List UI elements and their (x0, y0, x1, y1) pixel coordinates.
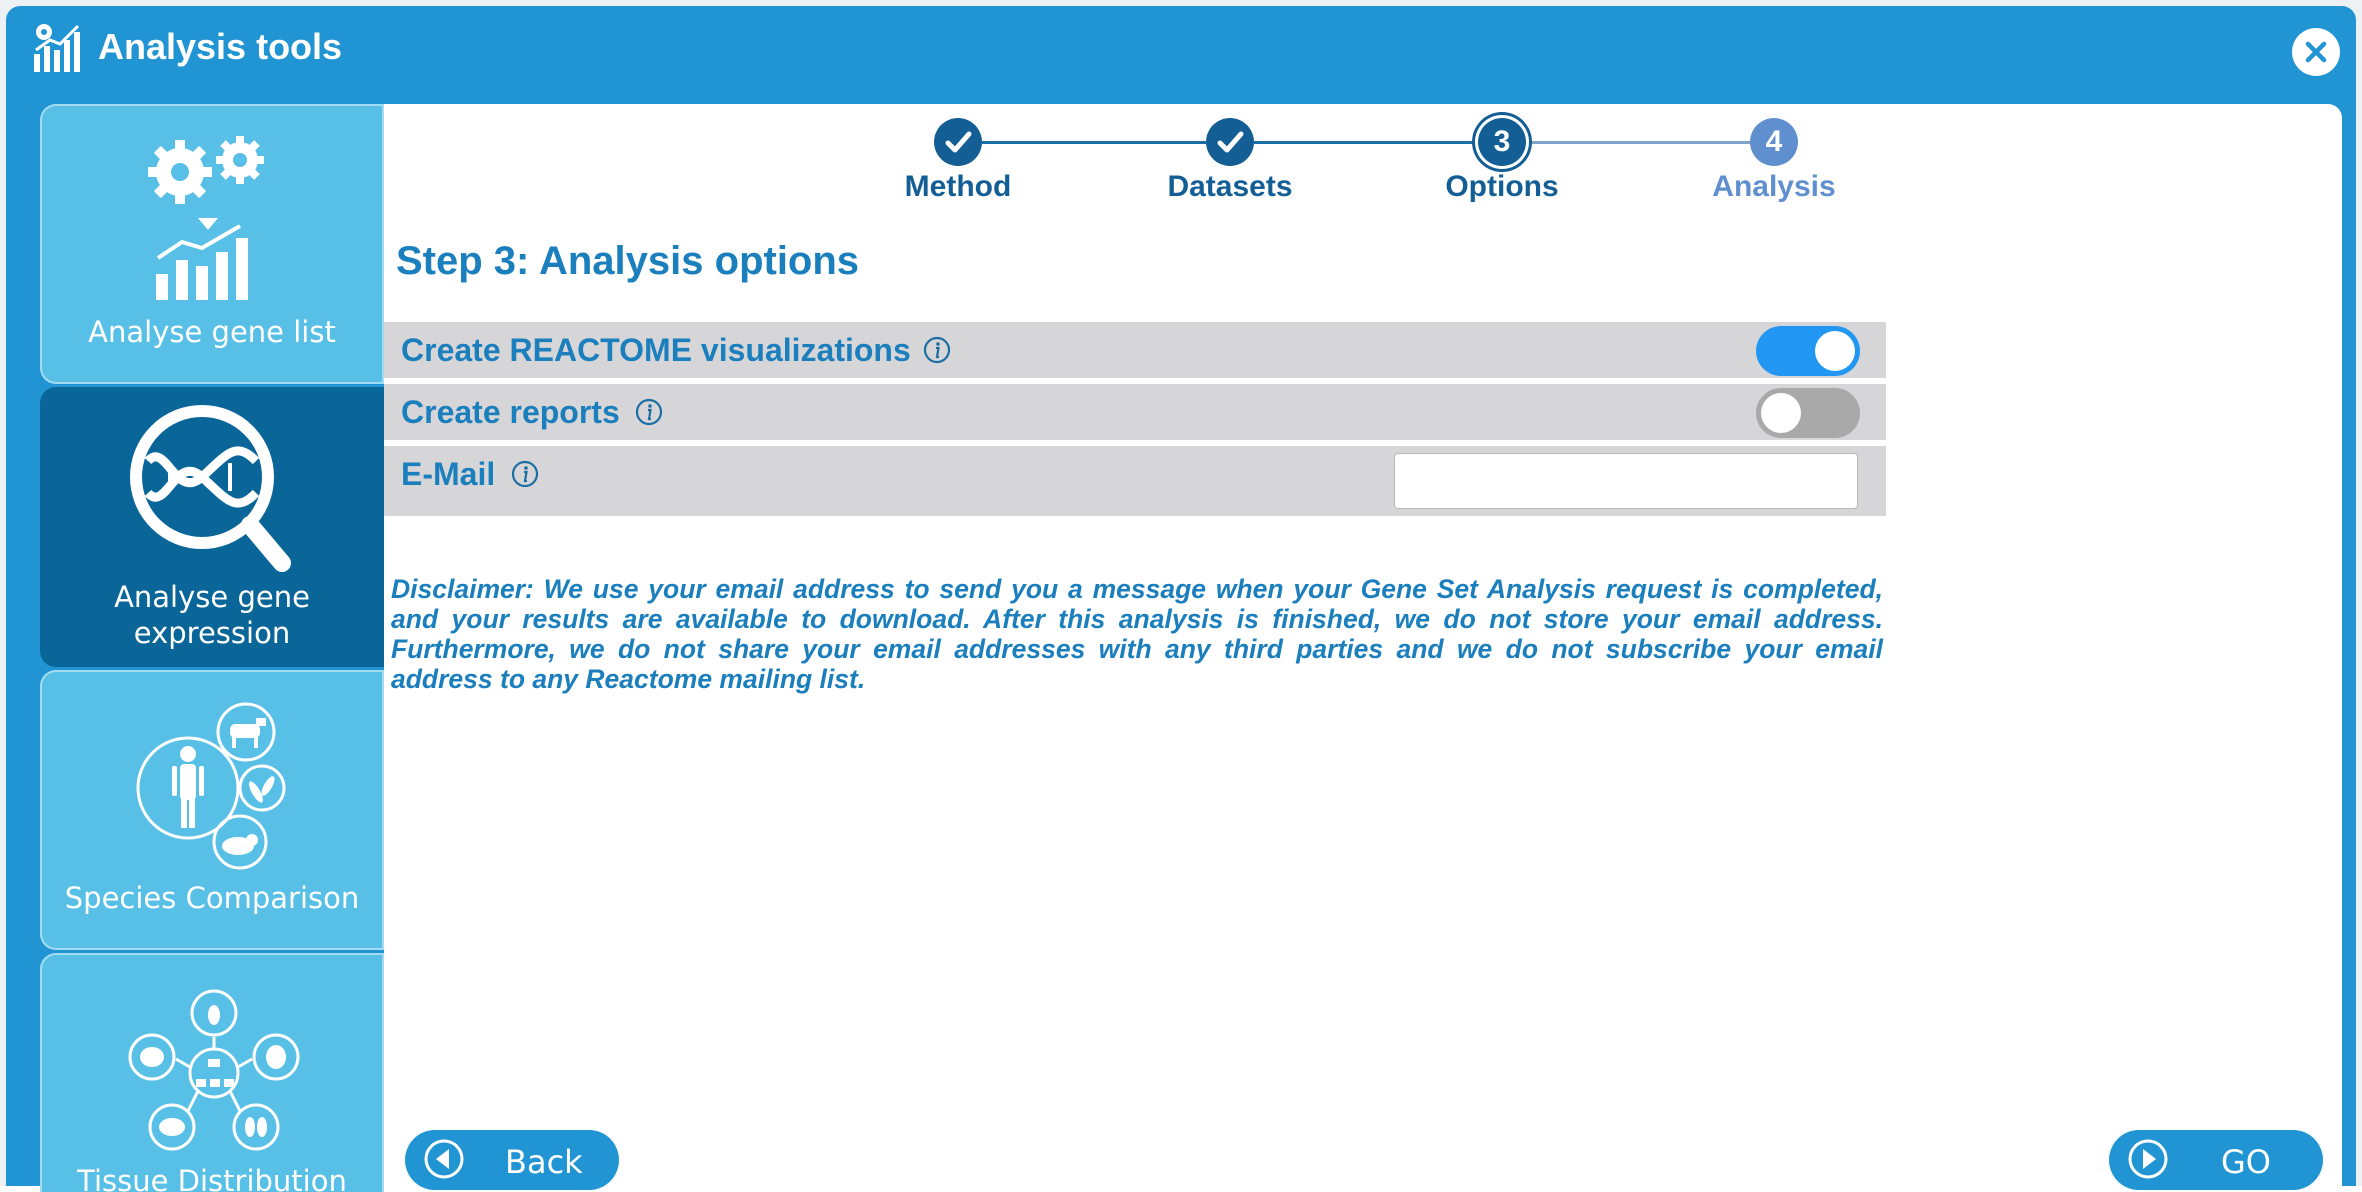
close-icon (2305, 41, 2327, 63)
email-label: E-Mail (401, 456, 496, 492)
step-connector (1526, 141, 1750, 144)
disclaimer-text: Disclaimer: We use your email address to… (391, 574, 1883, 694)
back-button-label: Back (505, 1143, 583, 1181)
close-button[interactable] (2292, 28, 2340, 76)
create-reports-toggle[interactable] (1756, 388, 1860, 438)
tissue-network-icon (128, 989, 300, 1151)
main-panel: 3 4 Method Datasets Options Analysis Ste… (384, 104, 2342, 1192)
email-field[interactable] (1394, 453, 1858, 509)
step-connector (982, 141, 1206, 144)
info-icon[interactable] (635, 398, 663, 426)
back-button[interactable]: Back (405, 1130, 619, 1190)
toggle-knob (1815, 331, 1855, 371)
analysis-tools-dialog: Analysis tools Analyse gene list Analyse… (6, 6, 2356, 1192)
sidebar-item-analyse-gene-expression[interactable]: Analyse gene expression (40, 387, 384, 667)
step-label-method: Method (904, 170, 1012, 203)
check-icon (1217, 131, 1244, 153)
step-label-options: Options (1445, 170, 1559, 203)
step-connector (1254, 141, 1478, 144)
sidebar-item-species-comparison[interactable]: Species Comparison (40, 670, 384, 950)
create-reports-label: Create reports (401, 394, 620, 430)
step-3-current-circle: 3 (1478, 118, 1526, 166)
sidebar-item-label: Analyse gene list (88, 315, 336, 349)
chart-logo-icon (34, 24, 80, 72)
sidebar-item-label-line1: Analyse gene (114, 580, 310, 614)
sidebar-item-analyse-gene-list[interactable]: Analyse gene list (40, 104, 384, 384)
species-icon (136, 702, 286, 870)
step-2-done-circle (1206, 118, 1254, 166)
option-row-email: E-Mail (384, 446, 1886, 516)
title-bar: Analysis tools (6, 6, 2356, 96)
sidebar-item-tissue-distribution[interactable]: Tissue Distribution (40, 953, 384, 1192)
step-4-upcoming-circle: 4 (1750, 118, 1798, 166)
sidebar-item-label-line2: expression (133, 616, 291, 650)
go-button[interactable]: GO (2109, 1130, 2323, 1190)
step-label-analysis: Analysis (1712, 170, 1836, 203)
check-icon (945, 131, 972, 153)
page-title: Step 3: Analysis options (396, 239, 860, 283)
go-button-label: GO (2221, 1143, 2271, 1181)
sidebar: Analyse gene list Analyse gene expressio… (34, 104, 384, 1192)
step-1-done-circle (934, 118, 982, 166)
back-arrow-icon (424, 1139, 464, 1179)
option-row-reports: Create reports (384, 384, 1886, 440)
reactome-visualizations-toggle[interactable] (1756, 326, 1860, 376)
step-label-datasets: Datasets (1167, 170, 1293, 203)
window-title: Analysis tools (98, 26, 343, 67)
play-arrow-icon (2128, 1139, 2168, 1179)
info-icon[interactable] (511, 460, 539, 488)
dna-magnifier-icon (130, 405, 291, 572)
option-row-reactome: Create REACTOME visualizations (384, 322, 1886, 378)
toggle-knob (1761, 393, 1801, 433)
gears-chart-icon (148, 136, 264, 300)
stepper: 3 4 Method Datasets Options Analysis (384, 104, 2342, 214)
sidebar-item-label: Species Comparison (64, 881, 360, 915)
reactome-visualizations-label: Create REACTOME visualizations (401, 332, 911, 368)
info-icon[interactable] (923, 336, 951, 364)
sidebar-item-label: Tissue Distribution (77, 1164, 347, 1192)
